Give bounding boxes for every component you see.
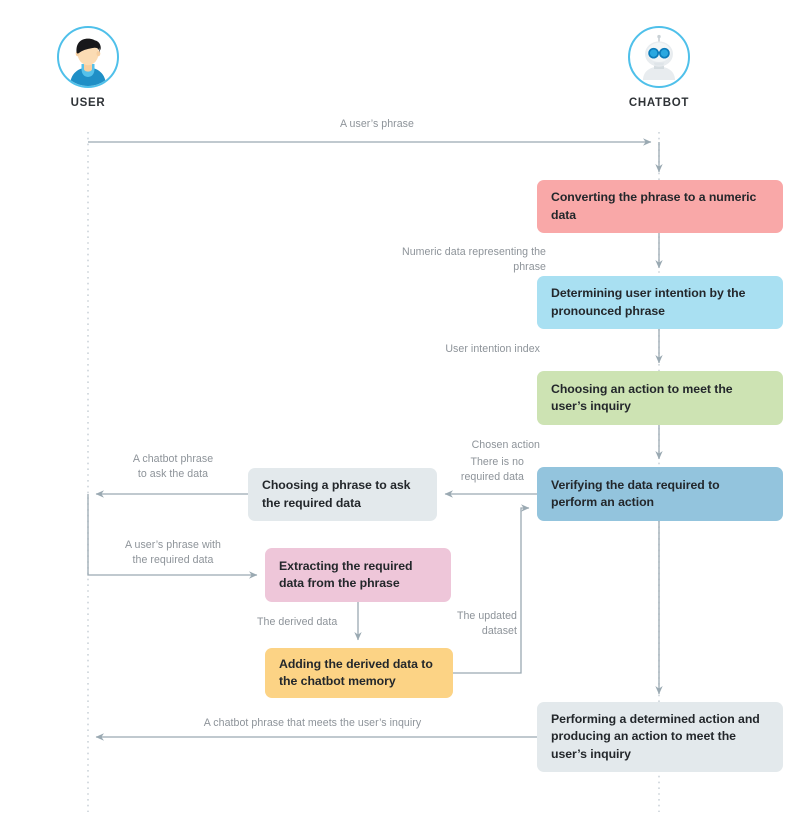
robot-avatar-icon (631, 29, 687, 85)
box-verifying-label: Verifying the data required to perform a… (551, 477, 720, 509)
box-adding[interactable]: Adding the derived data to the chatbot m… (265, 648, 453, 698)
box-extracting-label: Extracting the required data from the ph… (279, 558, 413, 590)
edge-label-chosen-action: Chosen action (471, 439, 540, 451)
box-adding-label: Adding the derived data to the chatbot m… (279, 656, 433, 688)
edge-label-derived-data: The derived data (257, 616, 338, 628)
box-choosing-phrase[interactable]: Choosing a phrase to ask the required da… (248, 468, 437, 521)
edge-label-users-phrase: A user’s phrase (340, 118, 414, 130)
box-choosing-phrase-label: Choosing a phrase to ask the required da… (262, 478, 411, 510)
edge-label-no-required-data: There is no required data (460, 456, 524, 483)
edge-label-chatbot-ask-phrase: A chatbot phrase to ask the data (132, 453, 214, 480)
edge-adding-to-verifying (453, 504, 530, 674)
edge-label-user-phrase-with-data: A user’s phrase with the required data (124, 539, 221, 566)
box-converting[interactable]: Converting the phrase to a numeric data (537, 180, 783, 233)
edge-label-user-intention-index: User intention index (445, 343, 540, 355)
box-performing-label: Performing a determined action and produ… (551, 711, 760, 761)
box-determining[interactable]: Determining user intention by the pronou… (537, 276, 783, 329)
box-extracting[interactable]: Extracting the required data from the ph… (265, 548, 451, 602)
user-avatar-circle (57, 26, 119, 88)
edge-label-final-chatbot-phrase: A chatbot phrase that meets the user’s i… (203, 717, 422, 729)
actor-user[interactable]: USER (18, 26, 158, 109)
box-choosing-action-label: Choosing an action to meet the user’s in… (551, 381, 733, 413)
actor-user-label: USER (70, 97, 106, 109)
edge-label-numeric-data: Numeric data representing the phrase (402, 246, 546, 273)
user-avatar-icon (60, 29, 116, 86)
actor-chatbot-label: CHATBOT (628, 97, 690, 109)
box-performing[interactable]: Performing a determined action and produ… (537, 702, 783, 772)
box-choosing-action[interactable]: Choosing an action to meet the user’s in… (537, 371, 783, 425)
box-converting-label: Converting the phrase to a numeric data (551, 190, 757, 222)
chatbot-avatar-circle (628, 26, 690, 88)
actor-chatbot[interactable]: CHATBOT (589, 26, 729, 109)
edge-label-updated-dataset: The updated dataset (456, 610, 517, 637)
diagram-canvas: USER CHATBOT Converting the phrase to a … (0, 0, 800, 822)
box-verifying[interactable]: Verifying the data required to perform a… (537, 467, 783, 521)
box-determining-label: Determining user intention by the pronou… (551, 286, 746, 318)
